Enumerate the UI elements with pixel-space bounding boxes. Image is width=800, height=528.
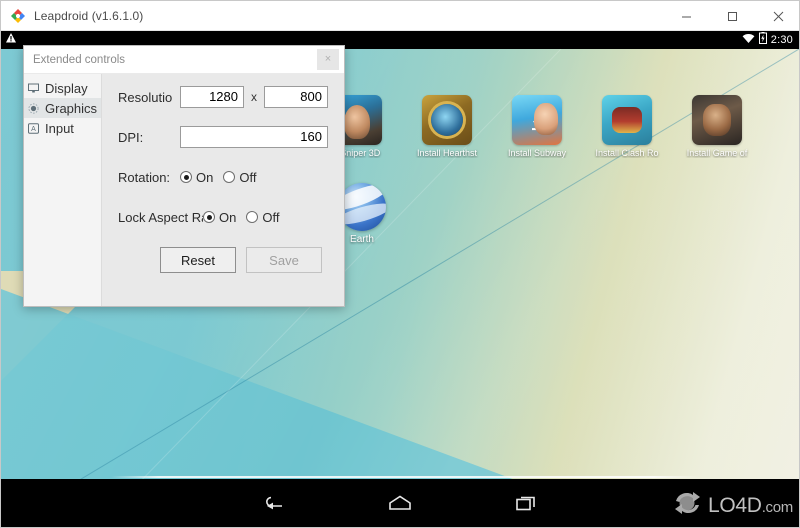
lock-on-radio[interactable] xyxy=(203,211,215,223)
close-button[interactable] xyxy=(755,1,799,31)
lock-off-radio[interactable] xyxy=(246,211,259,223)
wallpaper-hairline xyxy=(111,476,701,478)
back-arrow-icon xyxy=(266,496,282,510)
subway-surfers-app-icon xyxy=(512,95,562,145)
lock-aspect-ratio-label: Lock Aspect Rati xyxy=(118,209,203,225)
svg-text:A: A xyxy=(31,126,36,133)
lock-aspect-radio-group: On Off xyxy=(203,210,279,225)
nav-home-button[interactable] xyxy=(376,479,424,527)
lock-on-label: On xyxy=(219,209,237,225)
home-icon xyxy=(389,495,411,510)
sidebar-item-label: Display xyxy=(45,80,88,96)
sidebar-item-display[interactable]: Display xyxy=(24,78,101,98)
download-arrow-icon xyxy=(712,113,722,131)
sidebar-item-label: Input xyxy=(45,120,74,136)
app-icon-game-of-war[interactable]: Install Game of xyxy=(671,95,763,158)
clash-royale-app-icon xyxy=(602,95,652,145)
download-arrow-icon xyxy=(352,113,362,131)
window-controls xyxy=(663,1,799,31)
sidebar-item-input[interactable]: A Input xyxy=(24,118,101,138)
warning-triangle-icon xyxy=(5,31,17,49)
app-icon-hearthstone[interactable]: Install Hearthst xyxy=(401,95,493,158)
dialog-body: Display Graphics A Input Resolutio 1280 … xyxy=(24,74,344,306)
sidebar-item-label: Graphics xyxy=(45,100,98,116)
hearthstone-app-icon xyxy=(422,95,472,145)
download-arrow-icon xyxy=(532,113,542,131)
maximize-button[interactable] xyxy=(709,1,755,31)
leapdroid-diamond-logo-icon xyxy=(10,8,26,24)
rotation-row: Rotation: On Off xyxy=(118,166,344,188)
download-arrow-icon xyxy=(622,113,632,131)
lo4d-watermark-text: LO4D.com xyxy=(708,493,793,517)
lock-off-label: Off xyxy=(262,209,280,225)
lo4d-watermark: LO4D.com xyxy=(673,490,793,521)
dialog-sidebar: Display Graphics A Input xyxy=(24,74,102,306)
rotation-off-radio[interactable] xyxy=(223,171,236,183)
monitor-icon xyxy=(27,82,40,95)
rotation-on-option[interactable]: On xyxy=(180,170,213,185)
rotation-radio-group: On Off xyxy=(180,170,256,185)
resolution-label: Resolutio xyxy=(118,89,173,105)
nav-back-button[interactable] xyxy=(250,479,298,527)
app-icon-label: Install Game of xyxy=(686,148,748,158)
google-earth-icon xyxy=(338,183,386,231)
game-of-war-app-icon xyxy=(692,95,742,145)
battery-icon xyxy=(758,31,767,49)
app-icon-label: Install Subway xyxy=(507,148,567,158)
extended-controls-dialog: Extended controls × Display Graphics A I… xyxy=(23,45,345,307)
window-titlebar: Leapdroid (v1.6.1.0) xyxy=(1,1,799,31)
app-icon-subway-surfers[interactable]: Install Subway xyxy=(491,95,583,158)
nav-recents-button[interactable] xyxy=(502,479,550,527)
status-bar-indicators: 2:30 xyxy=(742,31,793,49)
recents-icon xyxy=(516,496,535,511)
lock-on-option[interactable]: On xyxy=(203,210,236,225)
save-button[interactable]: Save xyxy=(246,247,322,273)
resolution-separator: x xyxy=(251,90,257,104)
window-title: Leapdroid (v1.6.1.0) xyxy=(34,8,144,23)
input-keyboard-icon: A xyxy=(27,122,40,135)
lock-aspect-ratio-row: Lock Aspect Rati On Off xyxy=(118,206,344,228)
dialog-title: Extended controls xyxy=(33,53,126,66)
lock-off-option[interactable]: Off xyxy=(246,210,279,225)
rotation-off-label: Off xyxy=(239,169,257,185)
resolution-width-input[interactable]: 1280 xyxy=(180,86,244,108)
rotation-label: Rotation: xyxy=(118,169,171,185)
reset-button[interactable]: Reset xyxy=(160,247,236,273)
status-bar-notifications xyxy=(5,31,17,49)
dialog-close-button[interactable]: × xyxy=(317,49,339,70)
status-bar-time: 2:30 xyxy=(770,34,793,46)
resolution-row: Resolutio 1280 x 800 xyxy=(118,86,344,108)
rotation-off-option[interactable]: Off xyxy=(223,170,256,185)
app-icon-clash-royale[interactable]: Install Clash Ro xyxy=(581,95,673,158)
wifi-icon xyxy=(742,31,755,49)
app-icon-label: Install Hearthst xyxy=(416,148,478,158)
resolution-height-input[interactable]: 800 xyxy=(264,86,328,108)
sidebar-item-graphics[interactable]: Graphics xyxy=(24,98,101,118)
minimize-button[interactable] xyxy=(663,1,709,31)
leapdroid-window: Leapdroid (v1.6.1.0) 2:30 ll Sniper 3D I… xyxy=(0,0,800,528)
lo4d-circular-arrows-icon xyxy=(673,490,703,521)
rotation-on-radio[interactable] xyxy=(180,171,192,183)
download-arrow-icon xyxy=(442,113,452,131)
rotation-on-label: On xyxy=(196,169,214,185)
dialog-titlebar: Extended controls × xyxy=(24,46,344,74)
dpi-input[interactable]: 160 xyxy=(180,126,328,148)
dialog-button-row: Reset Save xyxy=(160,247,322,273)
dpi-row: DPI: 160 xyxy=(118,126,344,148)
dpi-label: DPI: xyxy=(118,129,144,145)
dialog-main-panel: Resolutio 1280 x 800 DPI: 160 Rotation: … xyxy=(102,74,344,306)
graphics-dot-icon xyxy=(27,102,40,115)
app-icon-label: Install Clash Ro xyxy=(595,148,659,158)
